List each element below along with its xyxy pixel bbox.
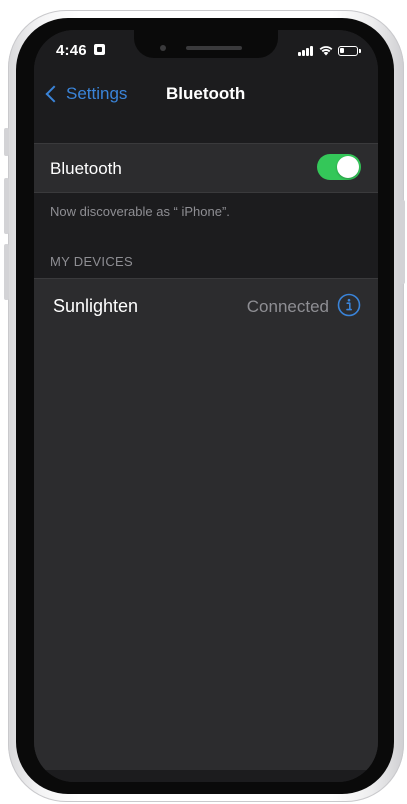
back-button[interactable]: Settings (42, 80, 127, 108)
status-time: 4:46 (56, 42, 87, 59)
wifi-icon (319, 46, 333, 56)
status-bar: 4:46 (34, 30, 378, 70)
bluetooth-toggle[interactable] (317, 154, 361, 180)
status-icons (298, 44, 361, 56)
bluetooth-toggle-row: Bluetooth (34, 143, 378, 193)
signal-icon (298, 46, 314, 56)
lock-icon (94, 44, 105, 55)
bluetooth-label: Bluetooth (50, 159, 122, 178)
device-row-sunlighten[interactable]: Sunlighten Connected (34, 279, 378, 335)
screen: 4:46 Settings Bluetooth Bluetooth Now di… (34, 30, 378, 782)
back-button-label: Settings (66, 84, 128, 103)
settings-content: Bluetooth Now discoverable as “ iPhone”.… (34, 118, 378, 782)
battery-icon (338, 46, 361, 56)
discoverable-text: Now discoverable as “ iPhone”. (50, 204, 230, 219)
info-icon[interactable] (337, 293, 361, 317)
device-status: Connected (246, 297, 329, 316)
navigation-bar: Settings Bluetooth (34, 70, 378, 118)
chevron-left-icon (45, 85, 63, 103)
device-list: Sunlighten Connected (34, 278, 378, 770)
volume-down-button (4, 244, 9, 300)
toggle-knob (337, 156, 359, 178)
camera-icon (160, 45, 166, 51)
volume-up-button (4, 178, 9, 234)
speaker-grille (186, 46, 242, 50)
silent-switch (4, 128, 9, 156)
my-devices-header: MY DEVICES (50, 254, 133, 269)
device-name: Sunlighten (53, 296, 139, 316)
notch (134, 30, 278, 58)
page-title: Bluetooth (166, 84, 246, 103)
power-button (400, 200, 405, 284)
